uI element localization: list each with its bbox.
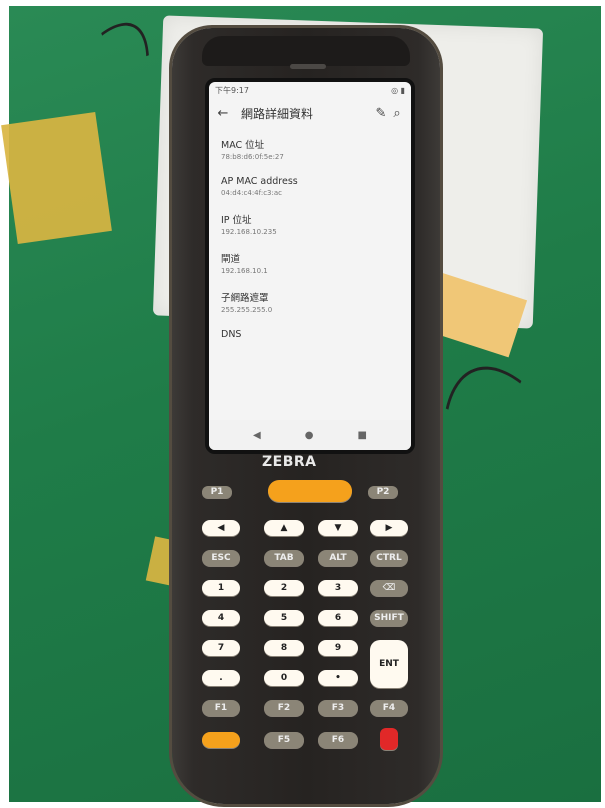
key-6[interactable]: 6 <box>318 610 358 626</box>
detail-gateway: 閘道 192.168.10.1 <box>209 242 411 281</box>
power-key[interactable] <box>380 728 398 750</box>
f2-key[interactable]: F2 <box>264 700 304 716</box>
app-title: 網路詳細資料 <box>241 106 314 121</box>
zebra-logo: ZEBRA <box>262 454 317 470</box>
detail-label: IP 位址 <box>221 215 252 226</box>
alt-key[interactable]: ALT <box>318 550 358 566</box>
top-bezel <box>202 36 410 66</box>
f3-key[interactable]: F3 <box>318 700 358 716</box>
photo-scene: 下午9:17 ◎ ▮ ← 網路詳細資料 ✎ ⌕ MAC 位址 78:b8:d6:… <box>0 0 605 808</box>
detail-label: MAC 位址 <box>221 140 265 151</box>
detail-value: 255.255.255.0 <box>221 306 273 314</box>
esc-key[interactable]: ESC <box>202 550 240 566</box>
detail-value: 192.168.10.235 <box>221 228 277 236</box>
status-time: 下午9:17 <box>215 85 249 95</box>
nav-recent-icon[interactable]: ■ <box>357 430 366 441</box>
f4-key[interactable]: F4 <box>370 700 408 716</box>
key-5[interactable]: 5 <box>264 610 304 626</box>
left-arrow-key[interactable]: ◀ <box>202 520 240 536</box>
orange-function-key[interactable] <box>202 732 240 748</box>
app-bar: ← 網路詳細資料 ✎ ⌕ <box>209 98 411 128</box>
down-arrow-key[interactable]: ▼ <box>318 520 358 536</box>
tab-key[interactable]: TAB <box>264 550 304 566</box>
detail-value: 78:b8:d6:0f:5e:27 <box>221 153 284 161</box>
status-icons: ◎ ▮ <box>391 85 405 95</box>
device-screen[interactable]: 下午9:17 ◎ ▮ ← 網路詳細資料 ✎ ⌕ MAC 位址 78:b8:d6:… <box>205 78 415 454</box>
enter-key[interactable]: ENT <box>370 640 408 688</box>
detail-value: 192.168.10.1 <box>221 267 268 275</box>
key-0[interactable]: 0 <box>264 670 304 686</box>
f5-key[interactable]: F5 <box>264 732 304 748</box>
detail-mac: MAC 位址 78:b8:d6:0f:5e:27 <box>209 128 411 167</box>
nav-home-icon[interactable]: ● <box>305 430 314 441</box>
key-3[interactable]: 3 <box>318 580 358 596</box>
detail-label: 子網路遮罩 <box>221 293 269 304</box>
edit-pencil-icon[interactable]: ✎ <box>373 106 389 121</box>
detail-ap-mac: AP MAC address 04:d4:c4:4f:c3:ac <box>209 167 411 203</box>
back-arrow-icon[interactable]: ← <box>215 106 231 121</box>
key-4[interactable]: 4 <box>202 610 240 626</box>
detail-label: DNS <box>221 329 242 340</box>
key-7[interactable]: 7 <box>202 640 240 656</box>
f6-key[interactable]: F6 <box>318 732 358 748</box>
ctrl-key[interactable]: CTRL <box>370 550 408 566</box>
detail-label: AP MAC address <box>221 176 298 187</box>
key-9[interactable]: 9 <box>318 640 358 656</box>
shift-key[interactable]: SHIFT <box>370 610 408 626</box>
detail-ip: IP 位址 192.168.10.235 <box>209 203 411 242</box>
bullet-key[interactable]: • <box>318 670 358 686</box>
key-8[interactable]: 8 <box>264 640 304 656</box>
right-arrow-key[interactable]: ▶ <box>370 520 408 536</box>
android-navbar: ◀ ● ■ <box>209 420 411 450</box>
f1-key[interactable]: F1 <box>202 700 240 716</box>
search-icon[interactable]: ⌕ <box>389 106 405 121</box>
detail-label: 閘道 <box>221 254 241 265</box>
scan-key[interactable] <box>268 480 352 502</box>
p1-key[interactable]: P1 <box>202 486 232 498</box>
detail-subnet: 子網路遮罩 255.255.255.0 <box>209 281 411 320</box>
speaker-grille <box>290 64 326 69</box>
dot-key[interactable]: . <box>202 670 240 686</box>
keypad: P1 P2 ◀ ▲ ▼ ▶ ESC TAB ALT CTRL 1 2 3 ⌫ 4… <box>192 476 420 788</box>
nav-back-icon[interactable]: ◀ <box>253 430 261 441</box>
key-1[interactable]: 1 <box>202 580 240 596</box>
detail-dns: DNS <box>209 320 411 346</box>
backspace-key[interactable]: ⌫ <box>370 580 408 596</box>
p2-key[interactable]: P2 <box>368 486 398 498</box>
up-arrow-key[interactable]: ▲ <box>264 520 304 536</box>
status-bar: 下午9:17 ◎ ▮ <box>209 82 411 98</box>
detail-value: 04:d4:c4:4f:c3:ac <box>221 189 283 197</box>
zebra-handheld-device: 下午9:17 ◎ ▮ ← 網路詳細資料 ✎ ⌕ MAC 位址 78:b8:d6:… <box>172 28 440 804</box>
key-2[interactable]: 2 <box>264 580 304 596</box>
